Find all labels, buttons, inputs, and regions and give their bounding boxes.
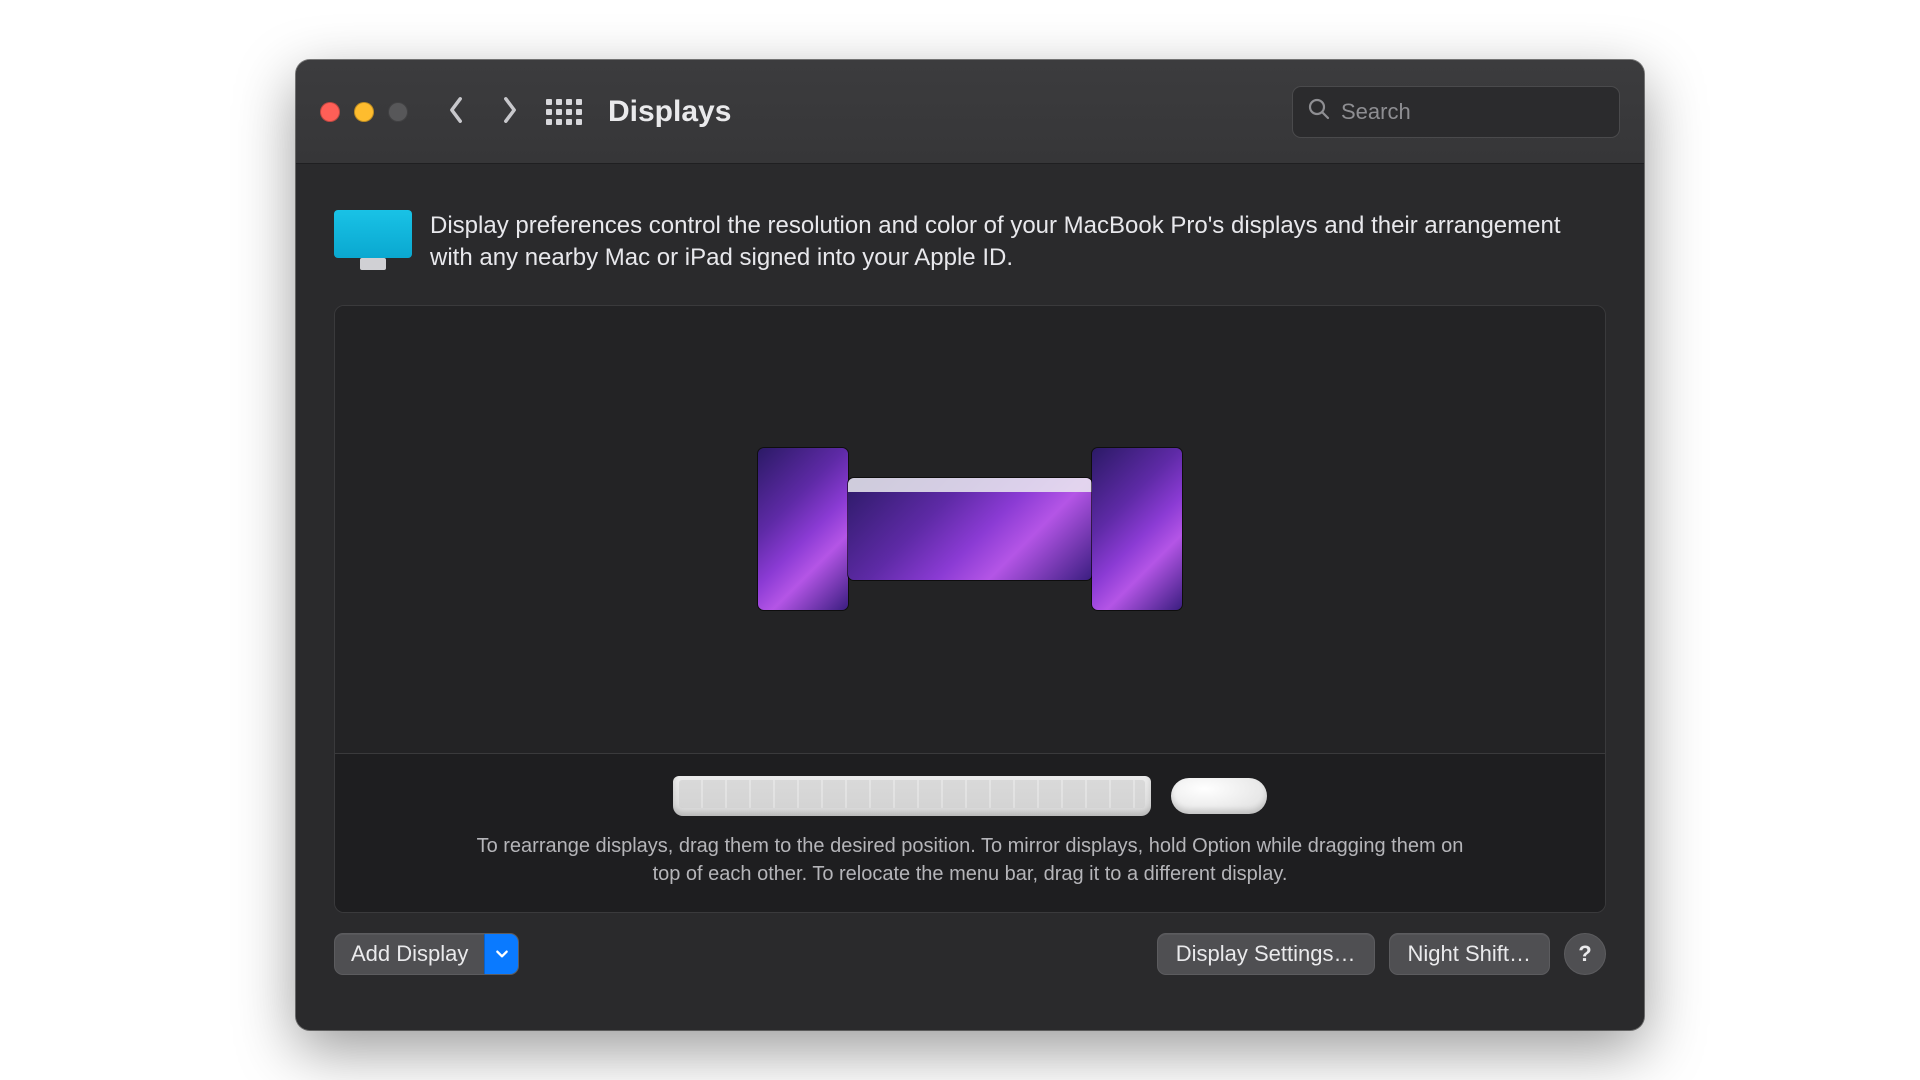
search-input[interactable]: [1341, 99, 1629, 125]
add-display-label: Add Display: [335, 934, 484, 974]
add-display-button[interactable]: Add Display: [334, 933, 519, 975]
display-right[interactable]: [1092, 448, 1182, 610]
night-shift-button[interactable]: Night Shift…: [1389, 933, 1551, 975]
forward-button[interactable]: [490, 92, 530, 132]
display-settings-button[interactable]: Display Settings…: [1157, 933, 1375, 975]
system-preferences-window: Displays Display preferences control the…: [296, 60, 1644, 1030]
display-settings-label: Display Settings…: [1176, 941, 1356, 967]
displays-group: [758, 448, 1182, 610]
peripherals: [673, 774, 1267, 818]
display-icon: [334, 210, 412, 270]
keyboard-icon: [673, 776, 1151, 816]
chevron-left-icon: [445, 96, 467, 127]
display-left[interactable]: [758, 448, 848, 610]
show-all-button[interactable]: [544, 92, 584, 132]
arrangement-hint: To rearrange displays, drag them to the …: [460, 832, 1480, 888]
display-main[interactable]: [848, 478, 1092, 580]
add-display-dropdown[interactable]: [484, 934, 518, 974]
chevron-right-icon: [499, 96, 521, 127]
desk-strip: To rearrange displays, drag them to the …: [335, 753, 1605, 912]
window-controls: [320, 102, 408, 122]
header-row: Display preferences control the resoluti…: [296, 164, 1644, 299]
header-description: Display preferences control the resoluti…: [430, 210, 1570, 275]
search-icon: [1307, 97, 1331, 126]
arrangement-area[interactable]: [335, 306, 1605, 753]
maximize-button[interactable]: [388, 102, 408, 122]
night-shift-label: Night Shift…: [1408, 941, 1532, 967]
close-button[interactable]: [320, 102, 340, 122]
arrangement-panel: To rearrange displays, drag them to the …: [334, 305, 1606, 913]
chevron-down-icon: [495, 941, 509, 967]
back-button[interactable]: [436, 92, 476, 132]
window-title: Displays: [608, 95, 731, 129]
grid-icon: [546, 99, 582, 125]
menubar-indicator[interactable]: [848, 478, 1092, 492]
footer: Add Display Display Settings… Night Shif…: [296, 913, 1644, 1003]
search-field[interactable]: [1292, 86, 1620, 138]
help-button[interactable]: ?: [1564, 933, 1606, 975]
minimize-button[interactable]: [354, 102, 374, 122]
titlebar: Displays: [296, 60, 1644, 164]
help-label: ?: [1578, 941, 1591, 967]
content-area: Display preferences control the resoluti…: [296, 164, 1644, 1030]
mouse-icon: [1171, 778, 1267, 814]
